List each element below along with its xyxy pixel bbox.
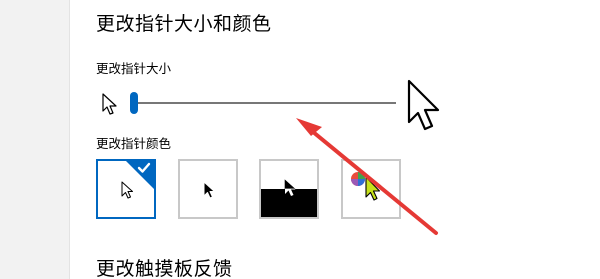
slider-track xyxy=(130,102,396,104)
inverted-pointer-icon xyxy=(284,179,297,197)
slider-thumb[interactable] xyxy=(130,92,138,114)
touchpad-feedback-heading: 更改触摸板反馈 xyxy=(96,258,233,279)
pointer-color-custom-option[interactable] xyxy=(341,159,401,219)
pointer-size-color-heading: 更改指针大小和颜色 xyxy=(96,13,272,35)
red-annotation-arrow xyxy=(296,118,438,235)
left-navigation-pane xyxy=(0,0,70,279)
pointer-size-slider[interactable] xyxy=(130,92,396,114)
custom-color-pointer-icon xyxy=(351,172,381,201)
pointer-color-label: 更改指针颜色 xyxy=(96,136,172,151)
pointer-color-inverted-option[interactable] xyxy=(259,159,319,219)
pointer-size-label: 更改指针大小 xyxy=(96,61,172,76)
checkmark-icon xyxy=(137,162,151,173)
black-pointer-icon xyxy=(203,181,215,199)
large-pointer-icon xyxy=(407,79,440,131)
pointer-color-black-option[interactable] xyxy=(178,159,238,219)
pointer-color-white-option[interactable] xyxy=(96,159,156,219)
small-pointer-icon xyxy=(102,93,117,115)
